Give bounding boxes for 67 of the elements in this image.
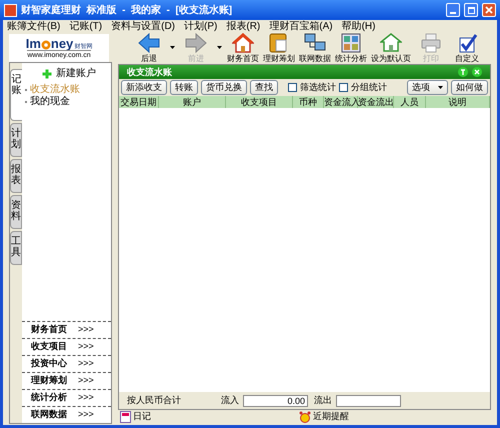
checkbox[interactable] [288, 83, 297, 92]
outflow-label: 流出 [314, 394, 332, 407]
new-account-link[interactable]: 新建账户 [56, 69, 96, 79]
toolbar-button[interactable]: 理财筹划 [261, 32, 297, 62]
status-item[interactable]: 近期提醒 [299, 410, 349, 424]
toolbar-button[interactable]: 联网数据 [297, 32, 333, 62]
side-tab[interactable]: 计划 [10, 123, 22, 157]
howto-button[interactable]: 如何做 [451, 80, 488, 95]
close-button[interactable] [482, 3, 496, 17]
plus-icon [42, 69, 52, 79]
nav-link[interactable]: 收支项目 >>> [22, 338, 111, 355]
action-button[interactable]: 货币兑换 [201, 80, 247, 95]
tree-item[interactable]: 我的现金 [25, 97, 111, 107]
toolbar-button[interactable]: 自定义 [449, 32, 485, 62]
side-tab[interactable]: 资料 [10, 195, 22, 229]
toolbar-button[interactable]: 财务首页 [225, 32, 261, 62]
action-button[interactable]: 新添收支 [121, 80, 167, 95]
window-title: 财智家庭理财 标准版 - 我的家 - [收支流水账] [21, 3, 234, 18]
maximize-button[interactable] [464, 3, 478, 17]
options-dropdown[interactable]: 选项 [407, 80, 448, 95]
action-button[interactable]: 转账 [170, 80, 198, 95]
totals-label: 按人民币合计 [127, 394, 182, 407]
house-with-window-icon [380, 32, 402, 52]
left-arrow-icon [138, 32, 160, 52]
menu-item[interactable]: 报表(R) [226, 22, 260, 32]
menu-item[interactable]: 计划(P) [184, 22, 218, 32]
checkbox-label: 筛选统计 [300, 83, 336, 92]
logo-text: ney [50, 36, 74, 50]
nav-link[interactable]: 联网数据 >>> [22, 406, 111, 423]
menu-item[interactable]: 理财百宝箱(A) [269, 22, 333, 32]
logo-text: Im [26, 36, 41, 50]
nav-link[interactable]: 财务首页 >>> [22, 321, 111, 338]
side-tab[interactable]: 记账 [10, 69, 22, 121]
toolbar-button[interactable]: 后退 [131, 32, 167, 62]
printer-icon [420, 32, 442, 52]
caret-icon[interactable] [170, 46, 175, 49]
inflow-label: 流入 [221, 394, 239, 407]
toolbar-button[interactable]: 统计分析 [333, 32, 369, 62]
caret-icon[interactable] [217, 46, 222, 49]
menu-item[interactable]: 帮助(H) [342, 22, 376, 32]
menu-item[interactable]: 资料与设置(D) [111, 22, 176, 32]
checkbox[interactable] [339, 83, 348, 92]
checkbox-label: 分组统计 [351, 83, 387, 92]
app-icon [4, 4, 17, 16]
menu-item[interactable]: 账簿文件(B) [7, 22, 60, 32]
close-icon[interactable] [472, 67, 482, 77]
nav-link[interactable]: 投资中心 >>> [22, 355, 111, 372]
caret-icon [438, 86, 443, 89]
side-tab[interactable]: 工具 [10, 231, 22, 265]
house-icon [232, 32, 254, 52]
alarm-clock-icon [299, 411, 311, 423]
coin-icon [40, 40, 51, 50]
nav-link[interactable]: 统计分析 >>> [22, 389, 111, 406]
minimize-button[interactable] [446, 3, 460, 17]
panel-title: 收支流水账 [127, 68, 173, 76]
chart-board-icon [340, 32, 362, 52]
inflow-field: 0.00 [243, 394, 308, 406]
side-tab[interactable]: 报表 [10, 159, 22, 193]
status-item[interactable]: 日记 [120, 410, 151, 424]
computers-icon [304, 32, 326, 52]
menu-item[interactable]: 记账(T) [69, 22, 102, 32]
outflow-field [336, 394, 401, 406]
nav-link[interactable]: 理财筹划 >>> [22, 372, 111, 389]
action-button[interactable]: 查找 [250, 80, 278, 95]
right-arrow-icon [185, 32, 207, 52]
toolbar-button[interactable]: 设为默认页 [369, 32, 413, 62]
help-icon[interactable] [458, 67, 468, 77]
